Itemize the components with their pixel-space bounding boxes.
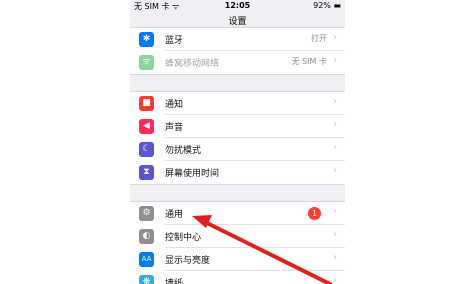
arrow-shaft — [203, 220, 332, 284]
screenshot-canvas: 无 SIM 卡 ᯤ 12:05 92% ▬ 设置 ✱ 蓝牙 打开 › ᯤ 蜂窝移… — [0, 0, 475, 284]
annotation-arrow — [192, 215, 332, 284]
